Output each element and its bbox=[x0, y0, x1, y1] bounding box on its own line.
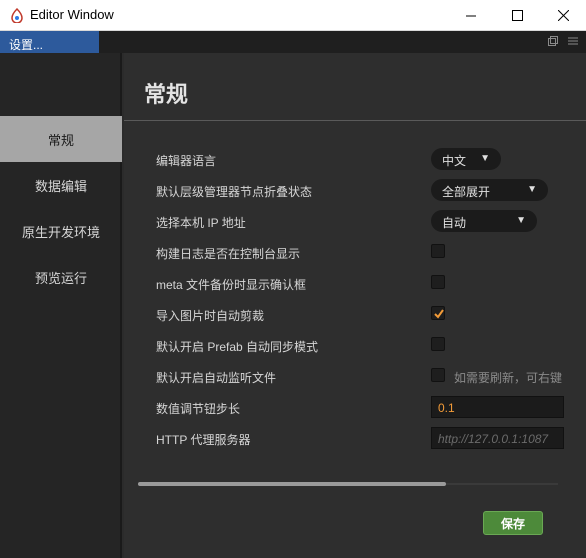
language-select-value: 中文 bbox=[442, 154, 467, 168]
setting-label-hierarchy-fold: 默认层级管理器节点折叠状态 bbox=[156, 185, 313, 199]
ip-select-value: 自动 bbox=[442, 216, 467, 230]
setting-label-proxy: HTTP 代理服务器 bbox=[156, 433, 251, 447]
chevron-down-icon: ▼ bbox=[516, 215, 526, 226]
checkmark-icon bbox=[434, 309, 444, 319]
maximize-button[interactable] bbox=[494, 0, 540, 31]
hierarchy-fold-select[interactable]: 全部展开 ▼ bbox=[431, 179, 548, 201]
prefab-sync-checkbox[interactable] bbox=[431, 337, 445, 351]
menu-icon[interactable] bbox=[568, 35, 578, 49]
tab-settings[interactable]: 设置... bbox=[0, 31, 99, 53]
ip-select[interactable]: 自动 ▼ bbox=[431, 210, 537, 232]
sidebar: 常规 数据编辑 原生开发环境 预览运行 bbox=[0, 53, 122, 558]
build-log-checkbox[interactable] bbox=[431, 244, 445, 258]
minimize-button[interactable] bbox=[448, 0, 494, 31]
minimize-icon bbox=[465, 15, 476, 17]
auto-trim-checkbox[interactable] bbox=[431, 306, 445, 320]
title-bar: Editor Window bbox=[0, 0, 586, 31]
setting-label-prefab-sync: 默认开启 Prefab 自动同步模式 bbox=[156, 340, 319, 354]
sidebar-item-preview[interactable]: 预览运行 bbox=[0, 254, 122, 300]
horizontal-scrollbar-thumb[interactable] bbox=[138, 482, 446, 486]
main-panel: 常规 编辑器语言 中文 ▼ 默认层级管理器节点折叠状态 全部展开 ▼ 选择本机 … bbox=[124, 53, 586, 558]
auto-watch-hint: 如需要刷新，可右键 bbox=[454, 371, 563, 385]
setting-label-step: 数值调节钮步长 bbox=[156, 402, 241, 416]
close-button[interactable] bbox=[540, 0, 586, 31]
setting-label-ip: 选择本机 IP 地址 bbox=[156, 216, 246, 230]
auto-watch-checkbox[interactable] bbox=[431, 368, 445, 382]
close-icon bbox=[557, 10, 569, 21]
sidebar-item-data-edit[interactable]: 数据编辑 bbox=[0, 162, 122, 208]
maximize-icon bbox=[511, 10, 523, 21]
setting-label-auto-watch: 默认开启自动监听文件 bbox=[156, 371, 277, 385]
setting-label-auto-trim: 导入图片时自动剪裁 bbox=[156, 309, 265, 323]
page-title: 常规 bbox=[144, 82, 189, 107]
chevron-down-icon: ▼ bbox=[527, 184, 537, 195]
chevron-down-icon: ▼ bbox=[480, 153, 490, 164]
sidebar-item-general[interactable]: 常规 bbox=[0, 116, 122, 162]
setting-label-meta-backup: meta 文件备份时显示确认框 bbox=[156, 278, 307, 292]
setting-label-language: 编辑器语言 bbox=[156, 154, 217, 168]
tab-bar: 设置... bbox=[0, 31, 586, 53]
proxy-input[interactable]: http://127.0.0.1:1087 bbox=[431, 427, 564, 449]
app-icon bbox=[10, 7, 24, 24]
meta-backup-checkbox[interactable] bbox=[431, 275, 445, 289]
divider bbox=[124, 120, 586, 121]
step-input[interactable]: 0.1 bbox=[431, 396, 564, 418]
language-select[interactable]: 中文 ▼ bbox=[431, 148, 501, 170]
sidebar-item-native-env[interactable]: 原生开发环境 bbox=[0, 208, 122, 254]
setting-label-build-log: 构建日志是否在控制台显示 bbox=[156, 247, 301, 261]
window-title: Editor Window bbox=[30, 7, 114, 22]
save-button[interactable]: 保存 bbox=[483, 511, 543, 535]
hierarchy-fold-select-value: 全部展开 bbox=[442, 185, 491, 199]
tab-tools bbox=[548, 35, 578, 49]
popout-icon[interactable] bbox=[548, 35, 558, 49]
